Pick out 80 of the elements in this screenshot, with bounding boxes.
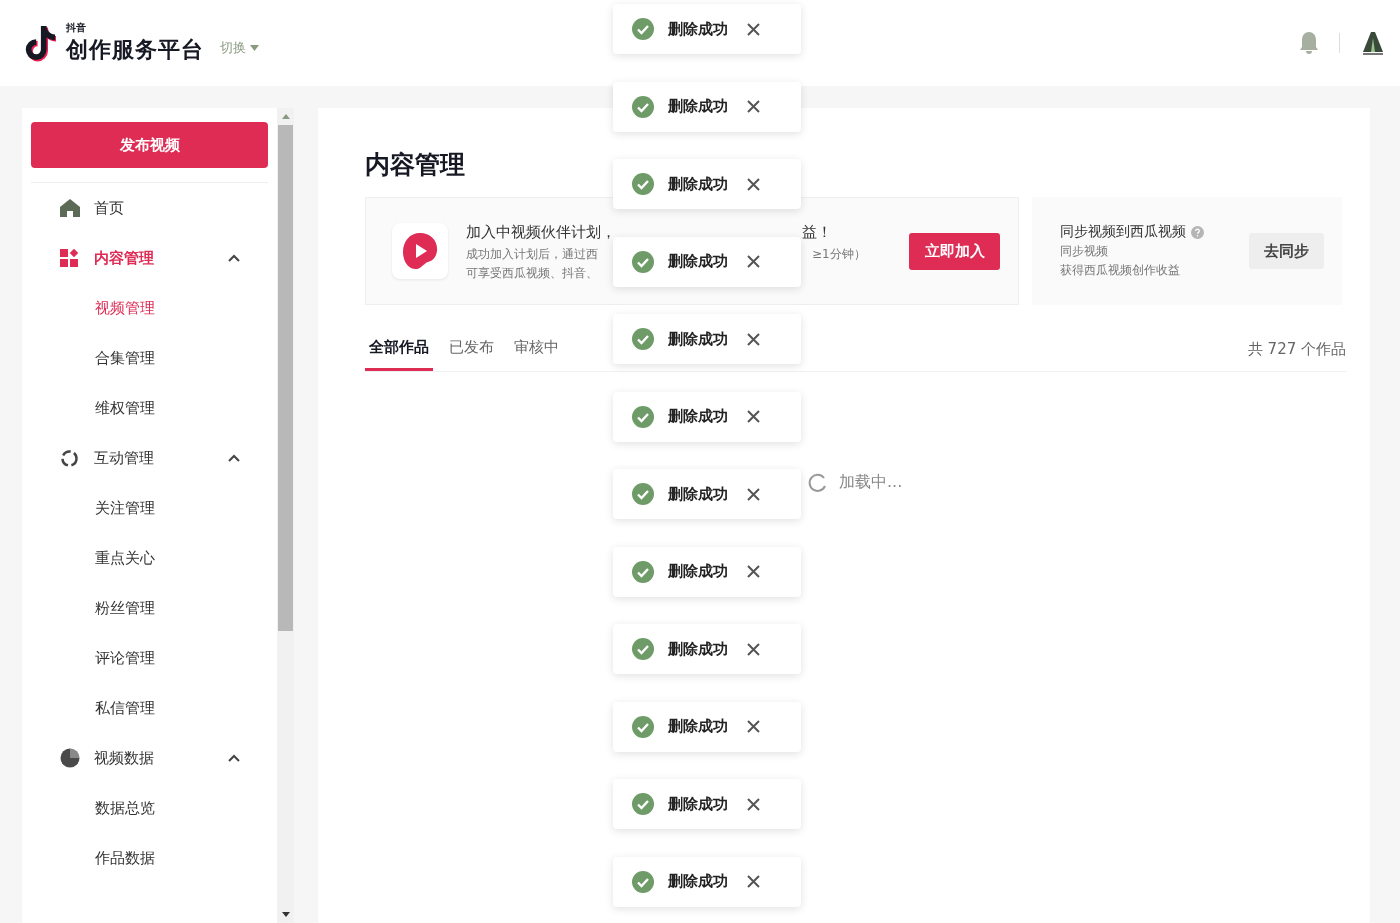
check-circle-icon (632, 95, 654, 118)
tab[interactable]: 已发布 (445, 327, 498, 371)
toast-text: 删除成功 (668, 19, 729, 39)
nav-subitem[interactable]: 视频管理 (31, 283, 268, 333)
nav-subitem[interactable]: 私信管理 (31, 683, 268, 733)
close-icon[interactable] (747, 22, 760, 36)
join-now-button[interactable]: 立即加入 (909, 232, 1000, 270)
toast-text: 删除成功 (668, 97, 729, 116)
nav-subitem[interactable]: 重点关心 (31, 533, 268, 583)
close-icon[interactable] (747, 720, 760, 733)
close-icon[interactable] (747, 255, 760, 268)
check-circle-icon (632, 328, 654, 350)
sync-description: 获得西瓜视频创作收益 (1060, 262, 1181, 279)
close-icon[interactable] (747, 642, 760, 656)
scrollbar[interactable] (277, 108, 294, 923)
check-circle-icon (632, 715, 654, 738)
nav-subitem[interactable]: 作品数据 (31, 833, 268, 883)
brand-subtitle: 抖音 (66, 21, 87, 35)
check-circle-icon (632, 250, 654, 273)
publish-video-button[interactable]: 发布视频 (31, 122, 268, 168)
toast-text: 删除成功 (668, 562, 729, 581)
check-circle-icon (632, 173, 654, 195)
close-icon[interactable] (747, 875, 760, 888)
close-icon[interactable] (747, 410, 760, 423)
home-icon (60, 199, 80, 217)
close-icon[interactable] (747, 565, 760, 578)
scroll-up-icon[interactable] (281, 114, 290, 119)
check-circle-icon (632, 870, 654, 893)
banner-description: 成功加入计划后，通过西 (466, 246, 598, 263)
close-icon[interactable] (747, 487, 760, 501)
account-avatar-icon[interactable] (1360, 30, 1386, 56)
brand-title: 创作服务平台 (66, 36, 204, 64)
toast-text: 删除成功 (668, 329, 729, 349)
toast-text: 删除成功 (668, 174, 729, 194)
nav-item[interactable]: 首页 (31, 183, 268, 233)
cycle-icon (60, 448, 79, 468)
nav-subitem[interactable]: 关注管理 (31, 483, 268, 533)
banner-title-end: 益！ (802, 222, 832, 243)
banner-title: 加入中视频伙伴计划， (466, 222, 616, 243)
scroll-down-icon[interactable] (281, 912, 290, 917)
toast-text: 删除成功 (668, 639, 729, 659)
sync-title: 同步视频到西瓜视频 (1060, 223, 1186, 241)
spinner-icon (807, 472, 827, 493)
toast-text: 删除成功 (668, 407, 729, 426)
caret-icon (250, 45, 259, 51)
check-circle-icon (632, 483, 654, 505)
pie-chart-icon (60, 748, 80, 768)
toast-text: 删除成功 (668, 484, 729, 504)
nav-subitem[interactable]: 数据总览 (31, 783, 268, 833)
nav-subitem[interactable]: 粉丝管理 (31, 583, 268, 633)
close-icon[interactable] (747, 797, 760, 811)
check-circle-icon (632, 405, 654, 428)
toast-text: 删除成功 (668, 794, 729, 814)
tab[interactable]: 全部作品 (365, 327, 433, 371)
close-icon[interactable] (747, 332, 760, 346)
banner-description: 可享受西瓜视频、抖音、 (466, 265, 598, 282)
close-icon[interactable] (747, 100, 760, 113)
nav-subitem[interactable]: 维权管理 (31, 383, 268, 433)
tab[interactable]: 审核中 (510, 327, 563, 371)
sync-button[interactable]: 去同步 (1249, 233, 1324, 269)
check-circle-icon (632, 560, 654, 583)
toast-text: 删除成功 (668, 717, 729, 736)
play-logo-icon (392, 223, 448, 279)
toast-text: 删除成功 (668, 252, 729, 271)
works-count: 共 727 个作品 (1247, 339, 1346, 359)
nav-subitem[interactable]: 合集管理 (31, 333, 268, 383)
nav-subitem[interactable]: 评论管理 (31, 633, 268, 683)
nav-item[interactable]: 互动管理 (31, 433, 268, 483)
nav-item[interactable]: 内容管理 (31, 233, 268, 283)
banner-description-end: ≥1分钟） (812, 246, 866, 263)
page-title: 内容管理 (365, 149, 466, 181)
toast-text: 删除成功 (668, 872, 729, 891)
sync-description: 同步视频 (1060, 243, 1109, 260)
close-icon[interactable] (747, 177, 760, 191)
check-circle-icon (632, 18, 654, 40)
loading-text: 加载中... (839, 472, 903, 493)
nav-item[interactable]: 视频数据 (31, 733, 268, 783)
check-circle-icon (632, 793, 654, 815)
check-circle-icon (632, 638, 654, 660)
grid-icon (60, 248, 79, 268)
